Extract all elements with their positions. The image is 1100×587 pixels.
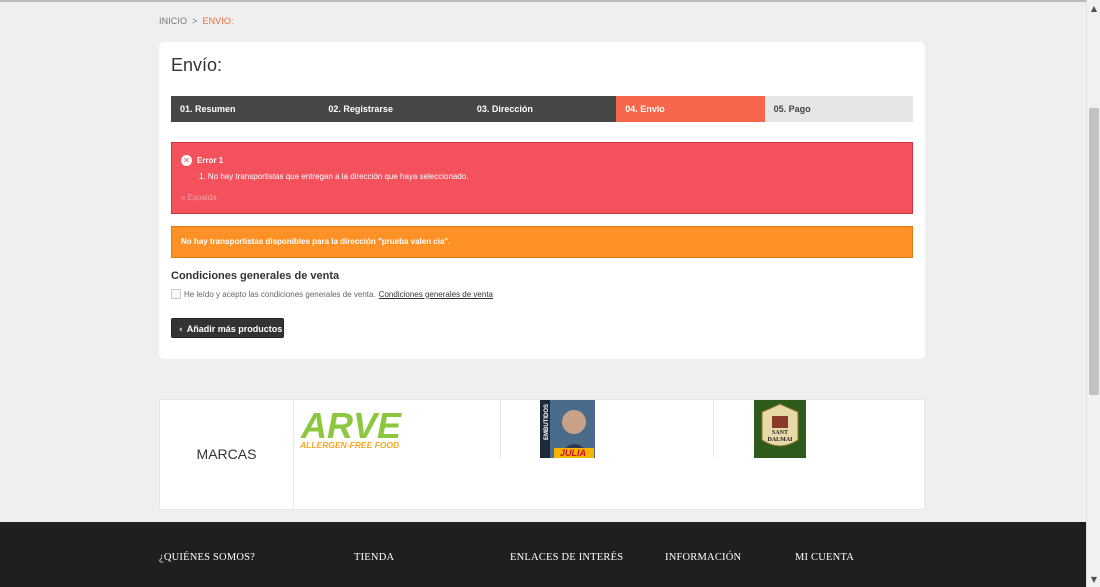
brand-logo-julia-top: EMBUTIDOS bbox=[544, 404, 550, 440]
step-pago: 05. Pago bbox=[764, 96, 914, 122]
brand-logo-julia-bottom: JULIA bbox=[560, 448, 586, 458]
checkout-steps: 01. Resumen 02. Registrarse 03. Direcció… bbox=[171, 96, 914, 122]
checkout-card: Envío: 01. Resumen 02. Registrarse 03. D… bbox=[159, 42, 925, 359]
brand-divider bbox=[713, 400, 714, 458]
terms-checkbox-label[interactable]: He leído y acepto las condiciones genera… bbox=[184, 290, 376, 299]
warning-alert: No hay transportistas disponibles para l… bbox=[171, 226, 913, 258]
step-resumen[interactable]: 01. Resumen bbox=[171, 96, 320, 122]
breadcrumb-home-link[interactable]: INICIO bbox=[159, 16, 187, 26]
scroll-up-arrow-icon[interactable]: ▲ bbox=[1087, 2, 1100, 16]
scrollbar-thumb[interactable] bbox=[1089, 108, 1099, 395]
back-link[interactable]: « Espalda bbox=[181, 193, 217, 202]
brands-carousel: MARCAS ARVE ALLERGEN-FREE FOOD EMBUTIDOS… bbox=[159, 399, 925, 510]
brands-label: MARCAS bbox=[160, 400, 294, 509]
top-border bbox=[0, 0, 1086, 2]
breadcrumb-current: ENVIO: bbox=[202, 16, 234, 26]
brand-logo-sant-dalmai-top: SANT bbox=[772, 430, 788, 436]
add-more-products-button[interactable]: ‹ Añadir más productos bbox=[171, 318, 284, 338]
footer-heading-tienda[interactable]: TIENDA bbox=[354, 552, 394, 563]
step-envio: 04. Envio bbox=[616, 96, 765, 122]
footer-heading-informacion[interactable]: INFORMACIÓN bbox=[665, 552, 741, 563]
terms-row: He leído y acepto las condiciones genera… bbox=[171, 289, 493, 299]
brand-divider bbox=[500, 400, 501, 458]
footer-heading-enlaces[interactable]: ENLACES DE INTERÉS bbox=[510, 552, 623, 563]
brand-logo-sant-dalmai[interactable]: SANT DALMAI bbox=[754, 400, 806, 458]
error-title: ✕ Error 1 bbox=[181, 155, 223, 166]
chevron-left-icon: ‹ bbox=[179, 325, 183, 335]
close-circle-icon: ✕ bbox=[181, 155, 192, 166]
terms-heading: Condiciones generales de venta bbox=[171, 270, 340, 282]
step-registrarse[interactable]: 02. Registrarse bbox=[319, 96, 468, 122]
step-direccion[interactable]: 03. Dirección bbox=[467, 96, 617, 122]
brand-logo-julia[interactable]: EMBUTIDOS JULIA bbox=[540, 400, 595, 458]
brand-logo-sant-dalmai-bottom: DALMAI bbox=[768, 437, 794, 443]
footer: ¿QUIÉNES SOMOS? TIENDA ENLACES DE INTERÉ… bbox=[0, 522, 1086, 587]
error-title-text: Error 1 bbox=[197, 156, 224, 165]
error-message: 1. No hay transportistas que entregan a … bbox=[199, 172, 469, 181]
terms-link[interactable]: Condiciones generales de venta bbox=[379, 290, 493, 299]
page-scrollbar[interactable]: ▲ ▼ bbox=[1086, 0, 1100, 587]
footer-heading-quienes-somos[interactable]: ¿QUIÉNES SOMOS? bbox=[159, 552, 255, 563]
error-alert: ✕ Error 1 1. No hay transportistas que e… bbox=[171, 142, 913, 214]
add-more-products-label: Añadir más productos bbox=[186, 324, 283, 334]
terms-checkbox[interactable] bbox=[171, 289, 181, 299]
brand-logo-arve[interactable]: ARVE ALLERGEN-FREE FOOD bbox=[297, 400, 417, 458]
brand-logo-arve-tagline: ALLERGEN-FREE FOOD bbox=[299, 440, 399, 450]
scroll-down-arrow-icon[interactable]: ▼ bbox=[1087, 573, 1100, 587]
breadcrumb-separator: > bbox=[192, 16, 198, 26]
breadcrumb: INICIO > ENVIO: bbox=[159, 16, 234, 26]
page-title: Envío: bbox=[171, 55, 223, 75]
footer-heading-mi-cuenta[interactable]: MI CUENTA bbox=[795, 552, 854, 563]
